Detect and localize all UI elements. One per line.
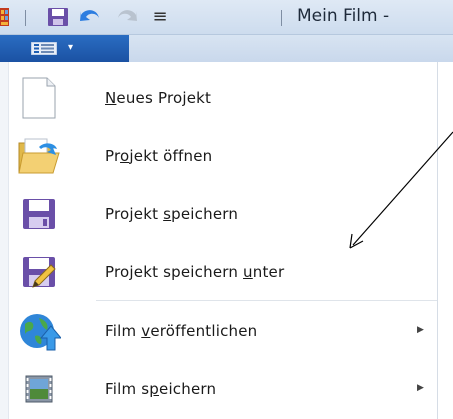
file-menu-icon [31, 42, 57, 55]
menu-item-new-project[interactable]: Neues Projekt [9, 69, 437, 127]
qat-redo-button[interactable] [113, 5, 141, 29]
window-title: Mein Film - [297, 6, 390, 26]
save-project-icon [23, 199, 55, 229]
submenu-arrow-icon: ▶ [417, 383, 424, 393]
menu-item-open-project[interactable]: Projekt öffnen [9, 127, 437, 185]
menu-item-label: Projekt speichern unter [105, 263, 285, 281]
submenu-arrow-icon: ▶ [417, 325, 424, 335]
menu-item-label: Film speichern [105, 380, 217, 398]
undo-icon [80, 10, 99, 21]
qat-separator [25, 10, 26, 26]
qat-separator [281, 10, 282, 26]
menu-border [437, 62, 438, 419]
chevron-down-icon: ▾ [68, 42, 74, 53]
menu-gutter [0, 62, 9, 419]
menu-item-label: Neues Projekt [105, 89, 212, 107]
file-menu: Neues Projekt Projekt öffnen Projekt spe… [0, 62, 453, 419]
new-project-icon [22, 77, 56, 119]
app-icon[interactable] [0, 6, 9, 28]
menu-item-save-project[interactable]: Projekt speichern [9, 185, 437, 243]
file-menu-button[interactable]: ▾ [0, 35, 129, 62]
menu-item-label: Projekt öffnen [105, 147, 213, 165]
qat-undo-button[interactable] [76, 5, 104, 29]
menu-item-publish-film[interactable]: Film veröffentlichen ▶ [9, 302, 437, 360]
save-film-icon [25, 375, 53, 403]
menu-item-label: Projekt speichern [105, 205, 239, 223]
menu-item-save-project-as[interactable]: Projekt speichern unter [9, 243, 437, 301]
ribbon-tab-strip [129, 35, 453, 62]
save-project-as-icon [23, 257, 56, 288]
qat-customize-button[interactable]: ≡ [146, 5, 174, 29]
qat-save-button[interactable] [44, 5, 72, 29]
customize-qat-icon: ≡ [152, 6, 168, 27]
open-project-icon [18, 138, 60, 174]
app-window: ≡ Mein Film - ▾ Neues Projekt Projekt öf… [0, 0, 453, 419]
menu-item-save-film[interactable]: Film speichern ▶ [9, 360, 437, 418]
title-bar: ≡ Mein Film - [0, 0, 453, 35]
save-icon [48, 8, 68, 26]
publish-film-icon [20, 314, 61, 351]
redo-icon [118, 10, 137, 21]
menu-item-label: Film veröffentlichen [105, 322, 258, 340]
menu-divider [96, 300, 437, 301]
